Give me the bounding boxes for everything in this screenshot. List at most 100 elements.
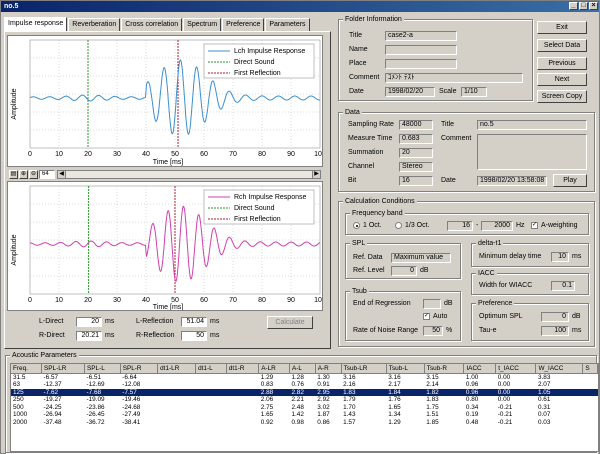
- column-header[interactable]: dt1-L: [195, 364, 227, 374]
- column-header[interactable]: t_IACC: [495, 364, 537, 374]
- r-reflection-field[interactable]: 50: [181, 331, 207, 341]
- column-header[interactable]: A-R: [315, 364, 342, 374]
- column-header[interactable]: Freq.: [11, 364, 42, 374]
- select-data-button[interactable]: Select Data: [537, 39, 587, 52]
- tab-parameters[interactable]: Parameters: [265, 18, 310, 31]
- folder-scale-field: 1/10: [461, 87, 487, 97]
- table-cell: [583, 396, 598, 404]
- min-delay-field[interactable]: 10: [551, 252, 569, 262]
- preference-group: Preference: [471, 299, 589, 341]
- column-header[interactable]: S: [582, 364, 598, 374]
- table-cell: 0.00: [497, 381, 511, 389]
- table-cell: 3.15: [426, 373, 439, 381]
- calculate-button[interactable]: Calculate: [267, 316, 313, 329]
- column-header[interactable]: A-L: [289, 364, 316, 374]
- table-cell: 3.16: [343, 373, 356, 381]
- table-cell: [196, 396, 227, 404]
- preference-title: Preference: [476, 299, 515, 308]
- ref-level-field[interactable]: 0: [391, 266, 417, 276]
- column-header[interactable]: IACC: [463, 364, 497, 374]
- table-cell: 0.98: [291, 419, 304, 427]
- table-row[interactable]: 31.5 -6.57 -6.51 -6.64 1.29 1.28 1.30 3.16 3.16 3…: [11, 373, 598, 381]
- tab-spectrum[interactable]: Spectrum: [183, 18, 222, 31]
- table-cell: [158, 381, 196, 389]
- table-cell: 1.75: [426, 403, 439, 411]
- scroll-right-icon[interactable]: ▶: [312, 170, 320, 178]
- folder-date-label: Date: [349, 88, 364, 95]
- r-direct-field[interactable]: 20.21: [76, 331, 102, 341]
- x-tick-label: 60: [200, 297, 208, 304]
- column-header[interactable]: Tsub-R: [424, 364, 465, 374]
- percent-label: %: [446, 327, 453, 334]
- oct-1-radio[interactable]: [353, 222, 360, 229]
- screen-copy-button[interactable]: Screen Copy: [537, 90, 587, 103]
- print-icon[interactable]: ▤: [9, 169, 18, 179]
- column-header[interactable]: A-LR: [258, 364, 290, 374]
- ref-level-label: Ref. Level: [353, 267, 385, 274]
- auto-checkbox[interactable]: ✓: [423, 313, 430, 320]
- x-tick-label: 100: [314, 297, 323, 304]
- zoom-out-icon[interactable]: ⊖: [29, 169, 38, 179]
- title-bar[interactable]: no.5 _ □ ×: [1, 1, 599, 12]
- rch-impulse-plot[interactable]: Amplitude 0 10 20 30 40 50 60 70 80 90 100 Time [m…: [7, 181, 323, 311]
- zoom-value[interactable]: 64: [39, 169, 55, 179]
- next-button[interactable]: Next: [537, 73, 587, 86]
- noise-range-field[interactable]: 50: [423, 326, 443, 336]
- column-header[interactable]: W_IACC: [535, 364, 584, 374]
- l-direct-field[interactable]: 20: [76, 317, 102, 327]
- l-reflection-field[interactable]: 51.04: [181, 317, 207, 327]
- table-cell: 2.75: [260, 403, 274, 411]
- close-button[interactable]: ×: [589, 2, 598, 10]
- folder-comment-label: Comment: [349, 74, 380, 81]
- table-row[interactable]: 250 -19.27 -19.09 -19.46 2.06 2.21 2.92 1.79 1.7…: [11, 396, 598, 404]
- freq-dash: -: [476, 222, 479, 229]
- legend-reflection: First Reflection: [234, 70, 281, 77]
- main-window: no.5 _ □ × Impulse response Reverberatio…: [0, 0, 600, 454]
- scroll-left-icon[interactable]: ◀: [58, 170, 66, 178]
- play-button[interactable]: Play: [553, 174, 587, 187]
- oct-3-radio[interactable]: [395, 222, 402, 229]
- column-header[interactable]: Tsub-LR: [341, 364, 387, 374]
- table-row[interactable]: 1000 -26.94 -26.45 -27.49 1.65 1.42 1.87 1.43 1.…: [11, 411, 598, 419]
- minimize-button[interactable]: _: [569, 2, 578, 10]
- tab-impulse-response[interactable]: Impulse response: [4, 17, 68, 31]
- freq-to-field[interactable]: 2000: [481, 221, 513, 231]
- freq-from-field[interactable]: 16: [447, 221, 473, 231]
- table-cell: [583, 381, 598, 389]
- data-comment-label: Comment: [441, 135, 472, 142]
- wiacc-field[interactable]: 0.1: [551, 281, 575, 291]
- table-cell: 2.21: [291, 396, 304, 404]
- table-row[interactable]: 125 -7.62 -7.68 -7.57 2.88 2.82 2.95 1.83 1.84 1.…: [11, 388, 598, 397]
- legend-reflection: First Reflection: [234, 216, 281, 223]
- table-row[interactable]: 2000 -37.48 -36.72 -38.41 0.92 0.98 0.86 1.57 1.…: [11, 419, 598, 427]
- table-row[interactable]: 63 -12.37 -12.69 -12.08 0.83 0.76 0.91 2.16 2.17…: [11, 381, 598, 389]
- column-header[interactable]: dt1-R: [226, 364, 260, 374]
- x-tick-label: 10: [55, 151, 63, 158]
- table-row[interactable]: 500 -24.25 -23.86 -24.68 2.75 2.48 3.02 1.70 1.6…: [11, 404, 598, 412]
- ref-data-field[interactable]: Maximum value: [391, 253, 451, 263]
- exit-button[interactable]: Exit: [537, 21, 587, 34]
- optimum-spl-field[interactable]: 0: [541, 312, 569, 322]
- tau-e-field[interactable]: 100: [541, 326, 569, 336]
- zoom-in-icon[interactable]: ⊕: [19, 169, 28, 179]
- a-weighting-checkbox[interactable]: ✓: [531, 222, 538, 229]
- end-regression-field[interactable]: [423, 299, 441, 309]
- data-title-label: Title: [441, 121, 454, 128]
- column-header[interactable]: SPL-R: [120, 364, 159, 374]
- maximize-button[interactable]: □: [579, 2, 588, 10]
- plot-scrollbar[interactable]: ◀ ▶: [57, 169, 321, 179]
- column-header[interactable]: SPL-LR: [41, 364, 85, 374]
- tab-preference[interactable]: Preference: [222, 18, 265, 31]
- column-header[interactable]: SPL-L: [84, 364, 121, 374]
- previous-button[interactable]: Previous: [537, 57, 587, 70]
- tab-cross-correlation[interactable]: Cross correlation: [121, 18, 183, 31]
- column-header[interactable]: dt1-LR: [157, 364, 197, 374]
- column-header[interactable]: Tsub-L: [386, 364, 425, 374]
- table-cell: 1.30: [317, 373, 330, 381]
- acoustic-params-table[interactable]: Freq. SPL-LR SPL-L SPL-R dt1-LR dt1-L dt1-R A-L…: [10, 363, 599, 452]
- lch-impulse-plot[interactable]: Amplitude 0 10 20 30 40 50 60 70 80 90 100 Time [m…: [7, 35, 323, 167]
- legend-rch: Rch Impulse Response: [234, 194, 306, 201]
- tab-strip: Impulse response Reverberation Cross cor…: [4, 17, 311, 31]
- channel-label: Channel: [348, 163, 375, 170]
- tab-reverberation[interactable]: Reverberation: [68, 18, 121, 31]
